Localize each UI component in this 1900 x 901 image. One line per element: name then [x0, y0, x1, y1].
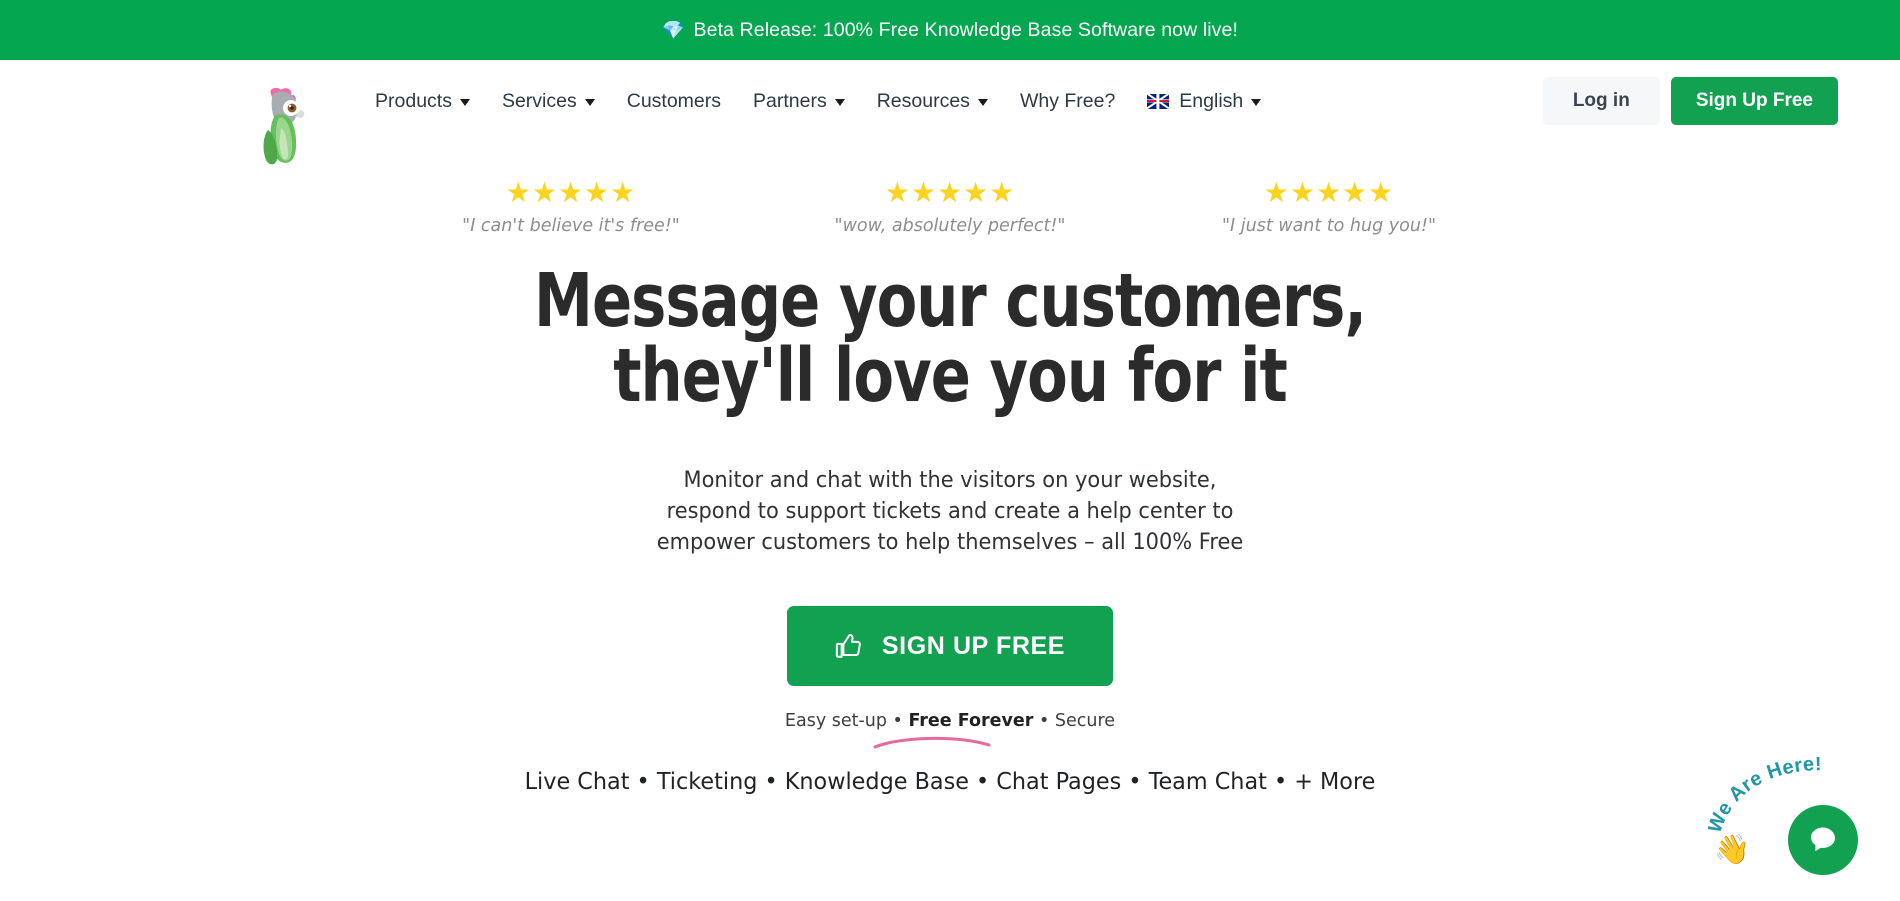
chat-bubble-icon: [1811, 827, 1835, 852]
nav-links: Products Services Customers Partners Res…: [359, 80, 1277, 123]
features-list: Live Chat • Ticketing • Knowledge Base •…: [524, 767, 1376, 796]
nav-item-why-free[interactable]: Why Free?: [1004, 80, 1131, 123]
thumbs-up-icon: [835, 634, 861, 658]
announcement-content: 💎 Beta Release: 100% Free Knowledge Base…: [662, 19, 1238, 42]
testimonial-2: ★★★★★ "wow, absolutely perfect!": [815, 177, 1085, 237]
nav-actions: Log in Sign Up Free: [1542, 77, 1838, 125]
hero-subtitle: Monitor and chat with the visitors on yo…: [67, 465, 1834, 558]
assurance-text: Easy set-up • Free Forever • Secure: [784, 711, 1116, 749]
page-title-line-2: they'll love you for it: [613, 333, 1288, 420]
testimonial-quote: "I can't believe it's free!": [462, 216, 680, 236]
nav-item-customers[interactable]: Customers: [611, 80, 737, 123]
main-navigation: Products Services Customers Partners Res…: [0, 60, 1900, 165]
testimonial-1: ★★★★★ "I can't believe it's free!": [436, 177, 706, 237]
uk-flag-icon: [1147, 93, 1170, 109]
hero-subtitle-line-1: Monitor and chat with the visitors on yo…: [683, 466, 1217, 493]
hero-subtitle-line-2: respond to support tickets and create a …: [666, 497, 1234, 524]
nav-label: Services: [501, 89, 577, 112]
testimonial-quote: "I just want to hug you!": [1221, 216, 1437, 236]
assurance-suffix: • Secure: [1033, 711, 1116, 732]
hero-subtitle-line-3: empower customers to help themselves – a…: [656, 529, 1244, 556]
testimonial-quote: "wow, absolutely perfect!": [834, 216, 1066, 236]
signup-button[interactable]: Sign Up Free: [1670, 77, 1838, 125]
nav-label: Resources: [876, 89, 970, 112]
star-rating-icon: ★★★★★: [505, 177, 637, 208]
parrot-logo[interactable]: [248, 86, 310, 166]
parrot-logo-icon: [263, 87, 305, 165]
testimonial-3: ★★★★★ "I just want to hug you!": [1194, 177, 1464, 237]
nav-label: Why Free?: [1019, 89, 1116, 112]
hero-section: ★★★★★ "I can't believe it's free!" ★★★★★…: [0, 142, 1900, 796]
chevron-down-icon: [977, 98, 988, 106]
assurance-highlight: Free Forever: [908, 711, 1034, 732]
cta-container: SIGN UP FREE: [0, 606, 1900, 687]
cta-label: SIGN UP FREE: [881, 631, 1066, 660]
announcement-banner[interactable]: 💎 Beta Release: 100% Free Knowledge Base…: [0, 0, 1900, 60]
star-rating-icon: ★★★★★: [1263, 177, 1395, 208]
announcement-text: Beta Release: 100% Free Knowledge Base S…: [693, 18, 1238, 41]
nav-label: Products: [375, 89, 452, 112]
nav-item-products[interactable]: Products: [359, 80, 486, 123]
chevron-down-icon: [834, 98, 845, 106]
page-title: Message your customers, they'll love you…: [190, 258, 1710, 420]
nav-item-resources[interactable]: Resources: [861, 80, 1004, 123]
page-title-line-1: Message your customers,: [534, 258, 1367, 344]
assurance-prefix: Easy set-up •: [784, 711, 909, 732]
nav-item-services[interactable]: Services: [486, 80, 611, 123]
chat-widget: We Are Here! 👋: [1708, 757, 1878, 887]
open-chat-button[interactable]: [1788, 805, 1858, 875]
login-button[interactable]: Log in: [1542, 77, 1660, 125]
nav-item-language[interactable]: English: [1131, 80, 1277, 123]
chevron-down-icon: [459, 98, 470, 106]
testimonials-row: ★★★★★ "I can't believe it's free!" ★★★★★…: [0, 177, 1900, 237]
chevron-down-icon: [1251, 98, 1262, 106]
signup-free-cta-button[interactable]: SIGN UP FREE: [787, 606, 1113, 687]
waving-hand-icon: 👋: [1714, 834, 1751, 866]
nav-label: Partners: [753, 89, 827, 112]
pink-underline-swoosh-icon: [873, 737, 991, 749]
nav-item-partners[interactable]: Partners: [737, 80, 861, 123]
chevron-down-icon: [584, 98, 595, 106]
gem-icon: 💎: [662, 20, 685, 40]
star-rating-icon: ★★★★★: [884, 177, 1016, 208]
nav-label: English: [1179, 89, 1244, 112]
nav-label: Customers: [626, 89, 722, 112]
